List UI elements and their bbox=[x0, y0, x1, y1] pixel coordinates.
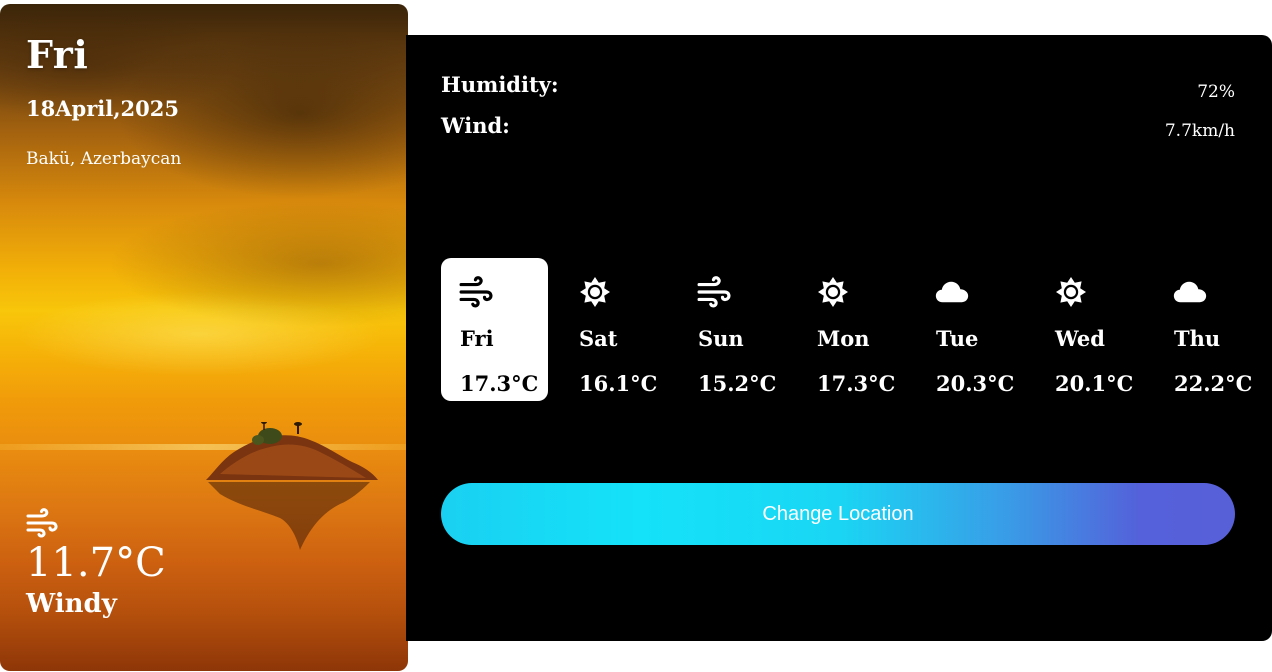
forecast-day-name: Wed bbox=[1055, 326, 1105, 351]
forecast-day-temp: 15.2°C bbox=[698, 371, 777, 396]
forecast-day-temp: 17.3°C bbox=[817, 371, 896, 396]
forecast-day-temp: 20.3°C bbox=[936, 371, 1015, 396]
forecast-day-name: Fri bbox=[460, 326, 494, 351]
forecast-day-temp: 17.3°C bbox=[460, 371, 539, 396]
cloud-icon bbox=[1173, 281, 1207, 303]
forecast-day-temp: 16.1°C bbox=[579, 371, 658, 396]
wind-icon bbox=[697, 276, 731, 308]
sun-icon bbox=[1056, 277, 1086, 307]
forecast-day-name: Mon bbox=[817, 326, 870, 351]
current-date: 18April,2025 bbox=[26, 96, 179, 121]
humidity-label: Humidity: bbox=[441, 72, 559, 97]
humidity-value: 72% bbox=[1197, 82, 1235, 102]
forecast-day-wed[interactable]: Wed 20.1°C bbox=[1036, 258, 1143, 401]
weekly-forecast: Fri 17.3°C Sat 16.1°C Sun 15.2°C Mon 17.… bbox=[441, 258, 1269, 401]
cloud-icon bbox=[935, 281, 969, 303]
forecast-day-sat[interactable]: Sat 16.1°C bbox=[560, 258, 667, 401]
island-image bbox=[206, 422, 378, 550]
current-description: Windy bbox=[26, 589, 117, 619]
sun-icon bbox=[818, 277, 848, 307]
change-location-button[interactable]: Change Location bbox=[441, 483, 1235, 545]
wind-value: 7.7km/h bbox=[1164, 121, 1235, 141]
weather-details-panel: Humidity: 72% Wind: 7.7km/h Fri 17.3°C S… bbox=[406, 35, 1272, 641]
forecast-day-fri[interactable]: Fri 17.3°C bbox=[441, 258, 548, 401]
sun-icon bbox=[580, 277, 610, 307]
forecast-day-temp: 20.1°C bbox=[1055, 371, 1134, 396]
forecast-day-sun[interactable]: Sun 15.2°C bbox=[679, 258, 786, 401]
forecast-day-name: Thu bbox=[1174, 326, 1221, 351]
wind-icon bbox=[459, 276, 493, 308]
forecast-day-name: Sat bbox=[579, 326, 618, 351]
forecast-day-thu[interactable]: Thu 22.2°C bbox=[1155, 258, 1262, 401]
wind-label: Wind: bbox=[441, 113, 510, 138]
forecast-day-name: Sun bbox=[698, 326, 744, 351]
current-location: Bakü, Azerbaycan bbox=[26, 149, 182, 169]
current-weather-card: Fri 18April,2025 Bakü, Azerbaycan 11.7°C… bbox=[0, 4, 408, 671]
forecast-day-name: Tue bbox=[936, 326, 979, 351]
forecast-day-tue[interactable]: Tue 20.3°C bbox=[917, 258, 1024, 401]
current-day: Fri bbox=[26, 32, 89, 77]
wind-icon bbox=[26, 508, 58, 538]
forecast-day-temp: 22.2°C bbox=[1174, 371, 1253, 396]
current-temperature: 11.7°C bbox=[26, 540, 166, 586]
forecast-day-mon[interactable]: Mon 17.3°C bbox=[798, 258, 905, 401]
